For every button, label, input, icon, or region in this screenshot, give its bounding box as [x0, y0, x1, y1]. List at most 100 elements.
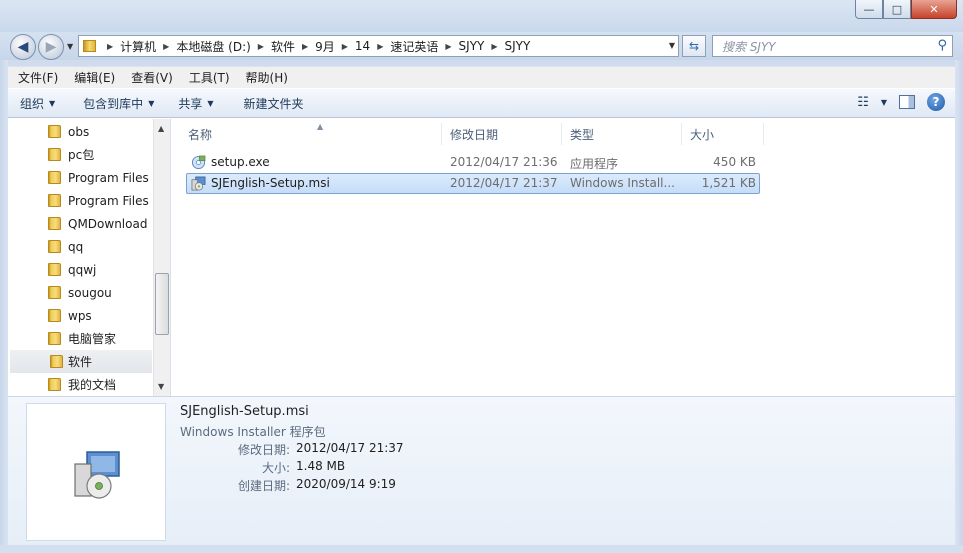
column-header-date[interactable]: 修改日期 — [442, 123, 562, 145]
window-controls: — □ ✕ — [855, 0, 957, 19]
tree-folder-sougou[interactable]: sougou — [8, 281, 152, 304]
tree-folder-program-files-2[interactable]: Program Files — [8, 189, 152, 212]
tree-folder-wodewendang[interactable]: 我的文档 — [8, 373, 152, 396]
tree-folder-qqwj[interactable]: qqwj — [8, 258, 152, 281]
breadcrumb-separator-icon[interactable]: ▶ — [491, 42, 497, 51]
tree-folder-obs[interactable]: obs — [8, 120, 152, 143]
column-header-type[interactable]: 类型 — [562, 123, 682, 145]
menu-help[interactable]: 帮助(H) — [238, 68, 296, 88]
scrollbar-thumb[interactable] — [155, 273, 169, 335]
folder-icon — [48, 378, 61, 391]
organize-label: 组织 — [20, 96, 45, 111]
search-placeholder: 搜索 SJYY — [722, 39, 776, 54]
breadcrumb-14[interactable]: 14 — [355, 39, 370, 53]
folder-icon — [83, 40, 96, 52]
folder-icon — [48, 125, 61, 138]
exe-setup-icon — [191, 155, 206, 170]
search-input[interactable]: 搜索 SJYY ⚲ — [712, 35, 953, 57]
address-bar[interactable]: ▶ 计算机 ▶ 本地磁盘 (D:) ▶ 软件 ▶ 9月 ▶ 14 ▶ 速记英语 … — [78, 35, 679, 57]
msi-installer-icon — [74, 451, 120, 499]
folder-icon — [48, 332, 61, 345]
tree-item-label: QMDownload — [68, 216, 148, 231]
file-size: 450 KB — [713, 155, 756, 169]
new-folder-button[interactable]: 新建文件夹 — [232, 92, 316, 114]
tree-item-label: qqwj — [68, 262, 97, 277]
forward-button[interactable]: ▶ — [38, 34, 64, 60]
refresh-button[interactable]: ⇆ — [682, 35, 706, 57]
new-folder-label: 新建文件夹 — [243, 96, 304, 111]
breadcrumb-september[interactable]: 9月 — [315, 38, 335, 55]
breadcrumb-separator-icon[interactable]: ▶ — [377, 42, 383, 51]
breadcrumb-separator-icon[interactable]: ▶ — [258, 42, 264, 51]
folder-icon — [48, 309, 61, 322]
msi-installer-icon — [191, 176, 206, 191]
file-type: Windows Install... — [570, 176, 675, 190]
menu-file[interactable]: 文件(F) — [10, 68, 66, 88]
breadcrumb-separator-icon[interactable]: ▶ — [342, 42, 348, 51]
column-header-name[interactable]: ▲ 名称 — [180, 122, 442, 145]
folder-icon — [50, 355, 63, 368]
file-row[interactable]: SJEnglish-Setup.msi 2012/04/17 21:37 Win… — [186, 173, 760, 194]
breadcrumb-software[interactable]: 软件 — [271, 38, 295, 55]
scroll-up-icon[interactable]: ▲ — [158, 124, 164, 133]
share-label: 共享 — [178, 96, 203, 111]
menu-tools[interactable]: 工具(T) — [181, 68, 238, 88]
breadcrumb-computer[interactable]: 计算机 — [120, 38, 156, 55]
change-view-icon[interactable]: ☷ — [857, 95, 869, 110]
tree-folder-program-files-1[interactable]: Program Files — [8, 166, 152, 189]
address-history-dropdown-icon[interactable]: ▼ — [669, 41, 675, 50]
details-file-name: SJEnglish-Setup.msi — [180, 404, 309, 419]
scroll-down-icon[interactable]: ▼ — [158, 382, 164, 391]
breadcrumb-separator-icon[interactable]: ▶ — [445, 42, 451, 51]
tree-folder-pcbao[interactable]: pc包 — [8, 143, 152, 166]
menu-edit[interactable]: 编辑(E) — [66, 68, 123, 88]
organize-button[interactable]: 组织 ▼ — [8, 92, 67, 114]
include-in-library-button[interactable]: 包含到库中 ▼ — [71, 92, 166, 114]
file-type: 应用程序 — [570, 157, 619, 171]
tree-folder-diannaoguanjia[interactable]: 电脑管家 — [8, 327, 152, 350]
folder-icon — [48, 171, 61, 184]
breadcrumb-separator-icon[interactable]: ▶ — [107, 42, 113, 51]
tree-folder-wps[interactable]: wps — [8, 304, 152, 327]
search-icon[interactable]: ⚲ — [937, 38, 947, 53]
breadcrumb-separator-icon[interactable]: ▶ — [163, 42, 169, 51]
breadcrumb-drive-d[interactable]: 本地磁盘 (D:) — [176, 38, 250, 55]
details-modified-value: 2012/04/17 21:37 — [296, 441, 404, 455]
tree-item-label: 软件 — [68, 355, 93, 369]
tree-folder-qq[interactable]: qq — [8, 235, 152, 258]
breadcrumb-sjyy-2[interactable]: SJYY — [505, 39, 531, 53]
tree-folder-qmdownload[interactable]: QMDownload — [8, 212, 152, 235]
file-size: 1,521 KB — [701, 176, 756, 190]
view-options-dropdown-icon[interactable]: ▼ — [881, 98, 887, 107]
sort-ascending-icon: ▲ — [317, 122, 324, 131]
file-row[interactable]: setup.exe 2012/04/17 21:36 应用程序 450 KB — [186, 152, 760, 173]
menu-view[interactable]: 查看(V) — [123, 68, 181, 88]
tree-item-label: pc包 — [68, 148, 95, 162]
back-button[interactable]: ◀ — [10, 34, 36, 60]
tree-item-label: sougou — [68, 285, 112, 300]
column-header-label: 修改日期 — [450, 127, 499, 142]
help-icon[interactable]: ? — [927, 93, 945, 111]
share-button[interactable]: 共享 ▼ — [166, 92, 225, 114]
navigation-pane: obs pc包 Program Files Program Files QMDo… — [8, 119, 171, 396]
file-name: SJEnglish-Setup.msi — [211, 176, 330, 190]
forward-arrow-icon: ▶ — [45, 39, 57, 55]
recent-pages-dropdown-icon[interactable]: ▼ — [67, 42, 73, 51]
tree-item-label: Program Files — [68, 170, 149, 185]
tree-folder-ruanjian[interactable]: 软件 — [10, 350, 152, 373]
minimize-button[interactable]: — — [855, 0, 883, 19]
maximize-button[interactable]: □ — [883, 0, 911, 19]
breadcrumb-sujiyingyu[interactable]: 速记英语 — [390, 38, 438, 55]
chevron-down-icon: ▼ — [207, 98, 214, 108]
breadcrumb-separator-icon[interactable]: ▶ — [302, 42, 308, 51]
breadcrumb-sjyy-1[interactable]: SJYY — [459, 39, 485, 53]
preview-pane-icon[interactable] — [899, 95, 915, 109]
folder-icon — [48, 286, 61, 299]
tree-item-label: wps — [68, 308, 92, 323]
window-frame-right — [955, 60, 963, 553]
column-header-label: 名称 — [188, 127, 213, 142]
window-frame-bottom — [0, 545, 963, 553]
column-header-size[interactable]: 大小 — [682, 123, 764, 145]
navpane-scrollbar[interactable]: ▲ ▼ — [153, 119, 170, 396]
close-button[interactable]: ✕ — [911, 0, 957, 19]
